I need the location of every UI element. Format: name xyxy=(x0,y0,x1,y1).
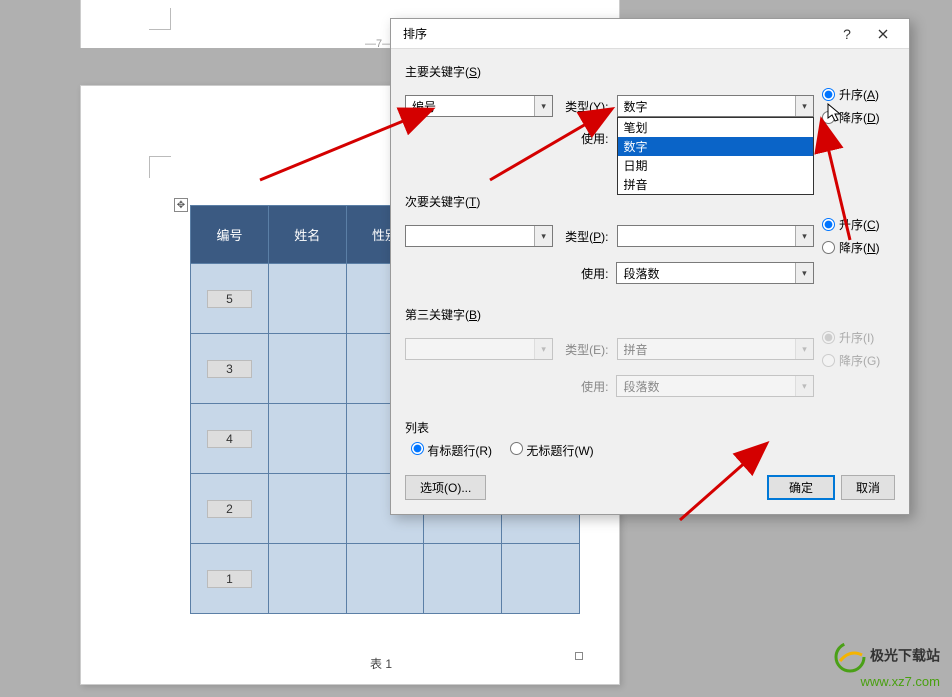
dropdown-option[interactable]: 日期 xyxy=(618,156,813,175)
chevron-down-icon: ▾ xyxy=(795,376,813,396)
close-icon xyxy=(878,29,888,39)
primary-desc-radio[interactable]: 降序(D) xyxy=(822,109,895,126)
dropdown-option[interactable]: 笔划 xyxy=(618,118,813,137)
type-label: 类型(P): xyxy=(561,228,608,245)
use-label: 使用: xyxy=(561,265,608,282)
dialog-title: 排序 xyxy=(403,25,829,42)
type-label: 类型(E): xyxy=(561,341,608,358)
ok-button[interactable]: 确定 xyxy=(767,475,835,500)
options-button[interactable]: 选项(O)... xyxy=(405,475,486,500)
table-move-handle[interactable]: ✥ xyxy=(174,198,188,212)
has-header-radio[interactable]: 有标题行(R) xyxy=(411,442,492,459)
primary-key-combo[interactable]: 编号 ▾ xyxy=(405,95,553,117)
chevron-down-icon[interactable]: ▾ xyxy=(795,96,813,116)
dropdown-option[interactable]: 拼音 xyxy=(618,175,813,194)
secondary-use-combo[interactable]: 段落数 ▾ xyxy=(616,262,813,284)
third-desc-radio: 降序(G) xyxy=(822,352,895,369)
dropdown-option[interactable]: 数字 xyxy=(618,137,813,156)
secondary-type-combo[interactable]: ▾ xyxy=(617,225,814,247)
table-header[interactable]: 编号 xyxy=(191,206,269,264)
no-header-radio[interactable]: 无标题行(W) xyxy=(510,442,594,459)
table-resize-handle[interactable] xyxy=(575,652,583,660)
third-key-combo: ▾ xyxy=(405,338,553,360)
table-header[interactable]: 姓名 xyxy=(268,206,346,264)
primary-asc-radio[interactable]: 升序(A) xyxy=(822,86,895,103)
sort-dialog: 排序 ? 主要关键字(S) 编号 ▾ 类型(Y): 数字 ▾ 笔划 数字 xyxy=(390,18,910,515)
secondary-key-label: 次要关键字(T) xyxy=(405,193,895,210)
use-label: 使用: xyxy=(561,130,608,147)
cancel-button[interactable]: 取消 xyxy=(841,475,895,500)
site-logo: 极光下载站 www.xz7.com xyxy=(834,641,940,689)
close-button[interactable] xyxy=(865,20,901,48)
third-type-combo: 拼音 ▾ xyxy=(617,338,814,360)
secondary-asc-radio[interactable]: 升序(C) xyxy=(822,216,895,233)
third-key-label: 第三关键字(B) xyxy=(405,306,895,323)
chevron-down-icon[interactable]: ▾ xyxy=(534,96,552,116)
page-number: —7— xyxy=(365,38,393,50)
use-label: 使用: xyxy=(561,378,608,395)
secondary-desc-radio[interactable]: 降序(N) xyxy=(822,239,895,256)
chevron-down-icon[interactable]: ▾ xyxy=(534,226,552,246)
third-use-combo: 段落数 ▾ xyxy=(616,375,813,397)
help-button[interactable]: ? xyxy=(829,20,865,48)
type-label: 类型(Y): xyxy=(561,98,608,115)
primary-key-label: 主要关键字(S) xyxy=(405,63,895,80)
chevron-down-icon: ▾ xyxy=(795,339,813,359)
list-label: 列表 xyxy=(405,419,895,436)
table-caption: 表 1 xyxy=(370,655,392,672)
third-asc-radio: 升序(I) xyxy=(822,329,895,346)
chevron-down-icon[interactable]: ▾ xyxy=(795,263,813,283)
type-dropdown-list: 笔划 数字 日期 拼音 xyxy=(617,117,814,195)
chevron-down-icon: ▾ xyxy=(534,339,552,359)
secondary-key-combo[interactable]: ▾ xyxy=(405,225,553,247)
chevron-down-icon[interactable]: ▾ xyxy=(795,226,813,246)
table-row: 1 xyxy=(191,544,580,614)
dialog-titlebar[interactable]: 排序 ? xyxy=(391,19,909,49)
primary-type-combo[interactable]: 数字 ▾ 笔划 数字 日期 拼音 xyxy=(617,95,814,117)
